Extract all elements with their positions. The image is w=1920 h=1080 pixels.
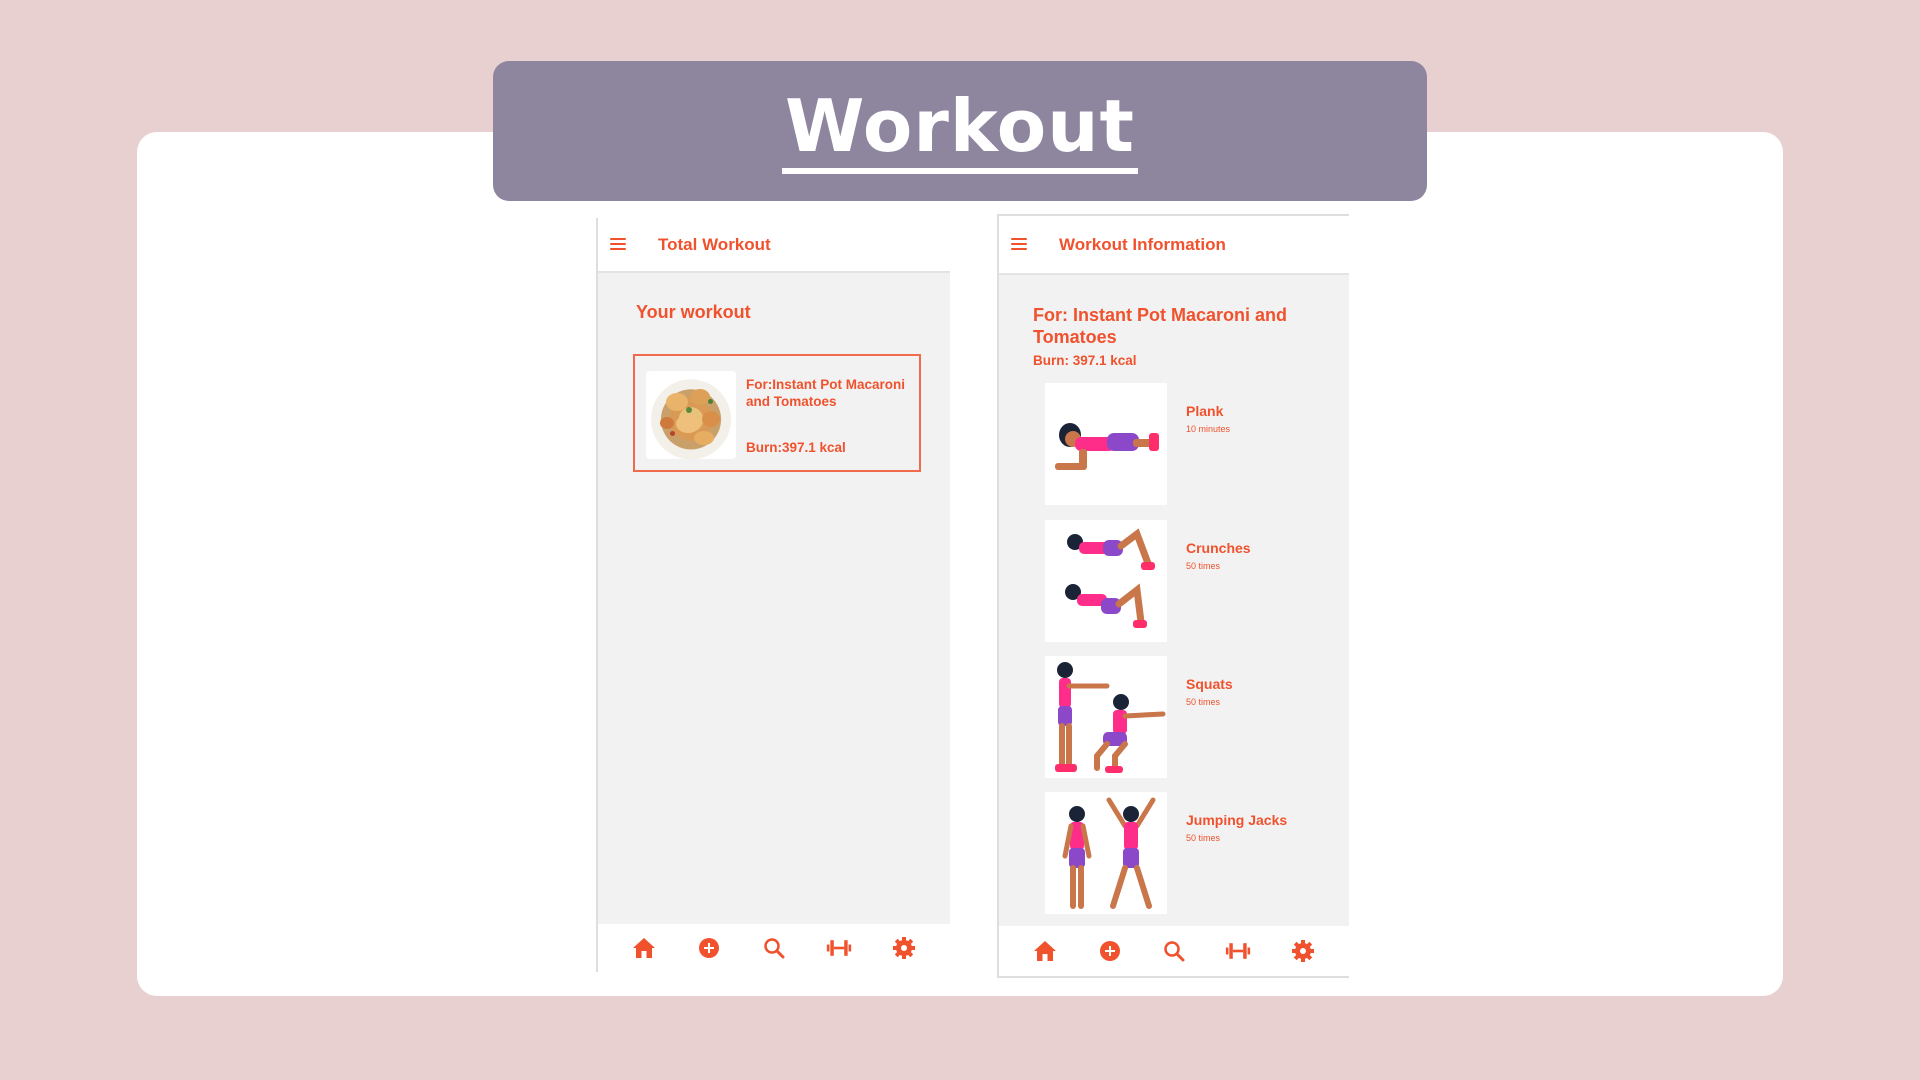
exercise-name: Jumping Jacks (1186, 812, 1288, 828)
workout-information-screen: Workout Information For: Instant Pot Mac… (997, 214, 1349, 978)
meal-title: For:Instant Pot Macaroni and Tomatoes (746, 377, 906, 409)
meal-workout-card[interactable]: For:Instant Pot Macaroni and Tomatoes Bu… (633, 354, 921, 472)
add-icon[interactable] (696, 935, 722, 961)
dumbbell-icon[interactable] (826, 935, 852, 961)
crunches-illustration (1045, 520, 1167, 642)
menu-icon[interactable] (1011, 237, 1029, 252)
squats-illustration (1045, 656, 1167, 778)
screen-title: Total Workout (658, 234, 771, 254)
home-icon[interactable] (1032, 938, 1058, 964)
top-bar: Workout Information (999, 216, 1349, 275)
home-icon[interactable] (631, 935, 657, 961)
bottom-nav (598, 924, 950, 972)
plank-illustration (1045, 383, 1167, 505)
search-icon[interactable] (1161, 938, 1187, 964)
settings-icon[interactable] (1290, 938, 1316, 964)
dumbbell-icon[interactable] (1225, 938, 1251, 964)
exercise-detail: 50 times (1186, 561, 1221, 571)
exercise-detail: 10 minutes (1186, 424, 1231, 434)
for-title: For: Instant Pot Macaroni and Tomatoes (1033, 305, 1288, 347)
search-icon[interactable] (761, 935, 787, 961)
meal-burn: Burn:397.1 kcal (746, 440, 846, 455)
screen-title: Workout Information (1059, 234, 1226, 254)
bottom-nav (999, 926, 1349, 976)
exercise-name: Squats (1186, 676, 1233, 692)
banner-title: Workout (782, 84, 1138, 174)
exercise-detail: 50 times (1186, 833, 1221, 843)
section-title: Your workout (636, 302, 751, 322)
exercise-item-crunches[interactable]: Crunches 50 times (1045, 520, 1335, 642)
title-banner: Workout (493, 61, 1427, 201)
jumping-jacks-illustration (1045, 792, 1167, 914)
settings-icon[interactable] (891, 935, 917, 961)
add-icon[interactable] (1097, 938, 1123, 964)
menu-icon[interactable] (610, 237, 628, 252)
burn-value: Burn: 397.1 kcal (1033, 353, 1137, 368)
exercise-name: Plank (1186, 403, 1224, 419)
exercise-item-plank[interactable]: Plank 10 minutes (1045, 383, 1335, 505)
exercise-item-jumping-jacks[interactable]: Jumping Jacks 50 times (1045, 792, 1335, 914)
top-bar: Total Workout (598, 218, 950, 273)
exercise-item-squats[interactable]: Squats 50 times (1045, 656, 1335, 778)
exercise-detail: 50 times (1186, 697, 1221, 707)
meal-image (646, 371, 736, 459)
total-workout-screen: Total Workout Your workout For:Instant P… (596, 218, 950, 972)
content-card (137, 132, 1783, 996)
exercise-name: Crunches (1186, 540, 1251, 556)
